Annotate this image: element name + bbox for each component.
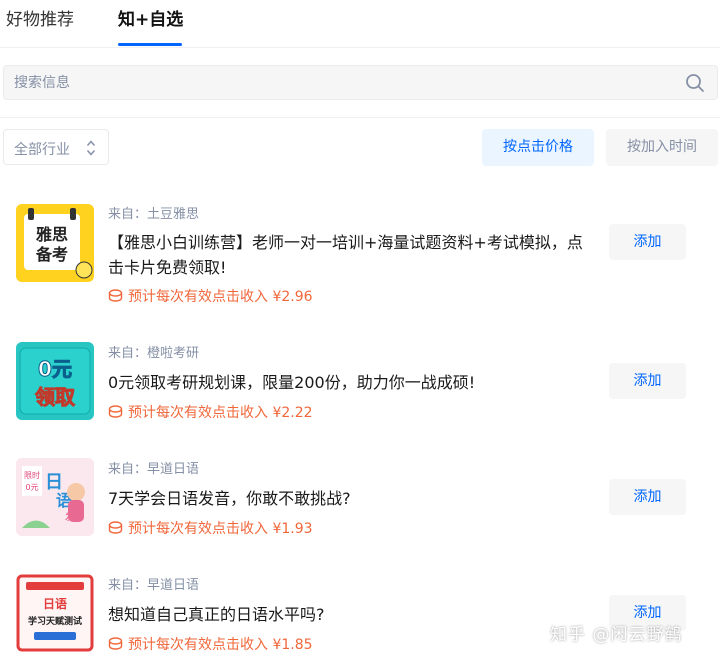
item-income: 预计每次有效点击收入 ¥1.85 bbox=[108, 635, 313, 655]
divider bbox=[0, 117, 720, 118]
item-title[interactable]: 想知道自己真正的日语水平吗? bbox=[108, 602, 598, 627]
item-thumbnail: 限时 0元 日 语 发音 bbox=[16, 458, 94, 536]
item-income: 预计每次有效点击收入 ¥1.93 bbox=[108, 519, 313, 539]
svg-text:备考: 备考 bbox=[35, 245, 68, 264]
item-title[interactable]: 7天学会日语发音，你敢不敢挑战? bbox=[108, 486, 598, 511]
coin-icon bbox=[108, 289, 123, 302]
active-tab-indicator bbox=[118, 43, 182, 46]
coin-icon bbox=[108, 521, 123, 534]
add-button[interactable]: 添加 bbox=[609, 224, 686, 260]
item-income-text: 预计每次有效点击收入 ¥1.93 bbox=[128, 521, 313, 537]
list-item[interactable]: 雅思 备考 来自：土豆雅思 【雅思小白训练营】老师一对一培训+海量试题资料+考试… bbox=[0, 195, 720, 305]
svg-text:领取: 领取 bbox=[35, 385, 75, 409]
watermark: 知乎 @闲云野鹤 bbox=[550, 625, 683, 645]
svg-text:0元: 0元 bbox=[38, 357, 72, 381]
item-thumbnail: 0元 领取 bbox=[16, 342, 94, 420]
coin-icon bbox=[108, 405, 123, 418]
item-source: 来自：橙啦考研 bbox=[108, 346, 200, 361]
item-source: 来自：早道日语 bbox=[108, 578, 200, 593]
item-income-text: 预计每次有效点击收入 ¥2.96 bbox=[128, 289, 313, 305]
item-thumbnail: 日语 学习天赋测试 bbox=[16, 574, 94, 652]
industry-select-label: 全部行业 bbox=[14, 142, 70, 158]
tab-recommended[interactable]: 好物推荐 bbox=[6, 8, 74, 32]
sort-arrows-icon bbox=[86, 140, 96, 156]
tab-bar: 好物推荐 知+自选 bbox=[0, 0, 720, 48]
item-income: 预计每次有效点击收入 ¥2.96 bbox=[108, 287, 313, 307]
svg-text:雅思: 雅思 bbox=[35, 225, 68, 244]
industry-select[interactable]: 全部行业 bbox=[3, 129, 109, 165]
svg-text:日语: 日语 bbox=[43, 596, 67, 611]
item-source: 来自：早道日语 bbox=[108, 462, 200, 477]
svg-text:学习天赋测试: 学习天赋测试 bbox=[28, 615, 82, 627]
search-box bbox=[3, 65, 718, 100]
item-title[interactable]: 0元领取考研规划课，限量200份，助力你一战成硕! bbox=[108, 370, 598, 395]
coin-icon bbox=[108, 637, 123, 650]
search-icon[interactable] bbox=[685, 73, 705, 93]
item-thumbnail: 雅思 备考 bbox=[16, 204, 94, 282]
item-income: 预计每次有效点击收入 ¥2.22 bbox=[108, 403, 313, 423]
list-item[interactable]: 0元 领取 来自：橙啦考研 0元领取考研规划课，限量200份，助力你一战成硕! … bbox=[0, 330, 720, 440]
item-income-text: 预计每次有效点击收入 ¥1.85 bbox=[128, 637, 313, 653]
svg-text:0元: 0元 bbox=[25, 483, 38, 492]
list-item[interactable]: 限时 0元 日 语 发音 来自：早道日语 7天学会日语发音，你敢不敢挑战? 预计… bbox=[0, 446, 720, 556]
item-source: 来自：土豆雅思 bbox=[108, 207, 200, 222]
sort-by-click-price-button[interactable]: 按点击价格 bbox=[482, 129, 594, 166]
search-input[interactable] bbox=[14, 66, 654, 99]
sort-by-time-button[interactable]: 按加入时间 bbox=[606, 129, 718, 166]
item-title[interactable]: 【雅思小白训练营】老师一对一培训+海量试题资料+考试模拟，点击卡片免费领取! bbox=[108, 230, 598, 280]
item-income-text: 预计每次有效点击收入 ¥2.22 bbox=[128, 405, 313, 421]
svg-text:限时: 限时 bbox=[24, 470, 40, 480]
add-button[interactable]: 添加 bbox=[609, 479, 686, 515]
svg-text:日: 日 bbox=[45, 472, 63, 493]
list-item[interactable]: 日语 学习天赋测试 来自：早道日语 想知道自己真正的日语水平吗? 预计每次有效点… bbox=[0, 562, 720, 664]
add-button[interactable]: 添加 bbox=[609, 363, 686, 399]
tab-self-select[interactable]: 知+自选 bbox=[118, 8, 183, 32]
